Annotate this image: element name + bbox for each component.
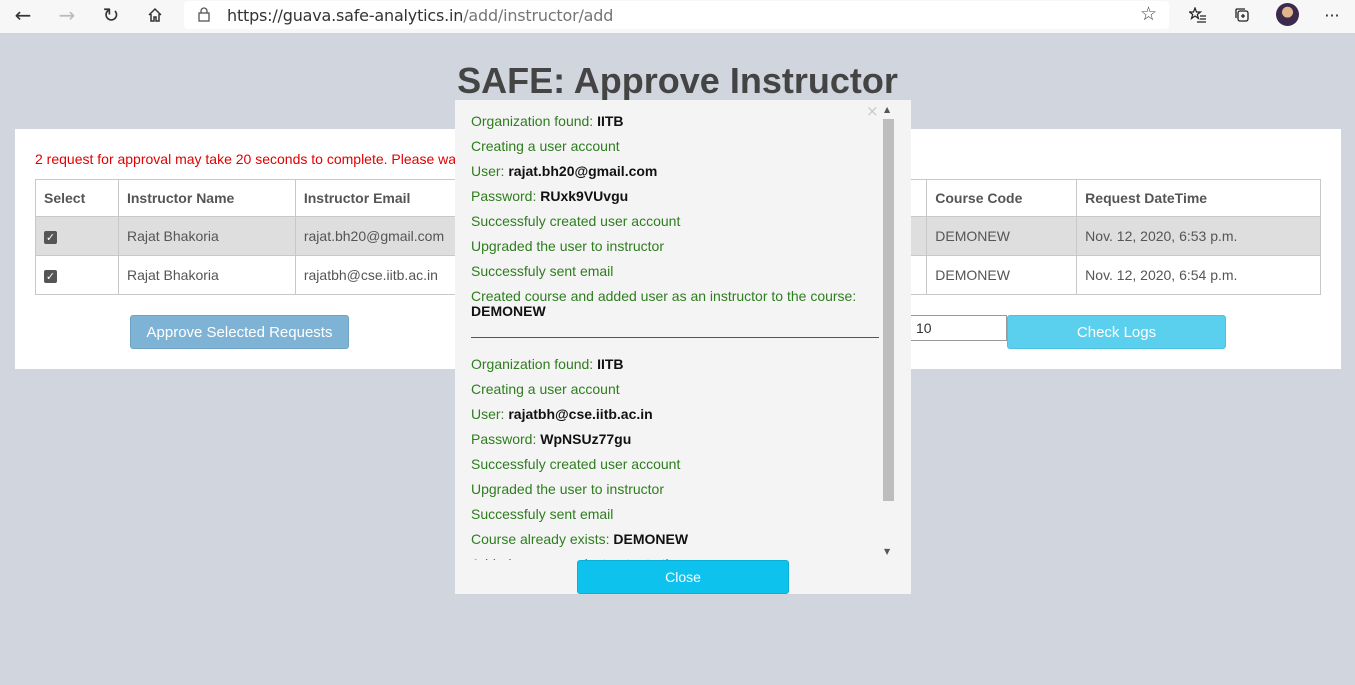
back-arrow-icon[interactable]: ←	[8, 0, 38, 30]
check-logs-button[interactable]: Check Logs	[1007, 315, 1226, 349]
log-line-sent: Successfuly sent email	[471, 506, 614, 522]
refresh-icon[interactable]: ↻	[96, 0, 126, 30]
close-button[interactable]: Close	[577, 560, 789, 594]
scroll-down-arrow-icon[interactable]: ▼	[884, 547, 890, 556]
log-line-course: Course already exists: DEMONEW	[471, 531, 689, 547]
approval-notice: 2 request for approval may take 20 secon…	[35, 151, 457, 167]
more-icon[interactable]: ···	[1318, 2, 1346, 28]
url-path: /add/instructor/add	[463, 6, 614, 25]
request-datetime-cell: Nov. 12, 2020, 6:53 p.m.	[1076, 216, 1321, 256]
avatar[interactable]	[1276, 3, 1299, 26]
header-request-datetime: Request DateTime	[1076, 179, 1321, 217]
request-datetime-cell: Nov. 12, 2020, 6:54 p.m.	[1076, 255, 1321, 295]
address-bar[interactable]: https://guava.safe-analytics.in/add/inst…	[184, 1, 1169, 29]
select-cell: ✓	[35, 255, 119, 295]
star-icon[interactable]: ☆	[1140, 3, 1157, 25]
log-line-partial: Added user as an instructor to the cours…	[471, 552, 876, 560]
scrollbar[interactable]: ▲ ▼	[881, 105, 895, 560]
log-line-upgraded: Upgraded the user to instructor	[471, 481, 664, 497]
log-line-password: Password: RUxk9VUvgu	[471, 188, 629, 204]
log-divider	[471, 337, 879, 338]
url-host: https://guava.safe-analytics.in	[227, 6, 464, 25]
approve-selected-button[interactable]: Approve Selected Requests	[130, 315, 349, 349]
instructor-name-cell: Rajat Bhakoria	[117, 255, 296, 295]
log-line-creating: Creating a user account	[471, 138, 620, 154]
scrollbar-thumb[interactable]	[883, 119, 894, 501]
close-icon[interactable]: ×	[866, 102, 879, 120]
log-line-upgraded: Upgraded the user to instructor	[471, 238, 664, 254]
log-line-org: Organization found: IITB	[471, 356, 624, 372]
approval-result-modal: Organization found: IITB Creating a user…	[455, 100, 911, 594]
row-checkbox[interactable]: ✓	[44, 270, 57, 283]
approval-log: Organization found: IITB Creating a user…	[471, 109, 879, 560]
select-cell: ✓	[35, 216, 119, 256]
url-text: https://guava.safe-analytics.in/add/inst…	[227, 6, 613, 25]
header-select: Select	[35, 179, 119, 217]
browser-toolbar: ← → ↻ https://guava.safe-analytics.in/ad…	[0, 0, 1355, 33]
home-icon[interactable]	[140, 0, 170, 30]
log-line-created: Successfuly created user account	[471, 456, 681, 472]
course-code-cell: DEMONEW	[926, 216, 1078, 256]
page-title: SAFE: Approve Instructor	[457, 60, 898, 101]
log-line-user: User: rajat.bh20@gmail.com	[471, 163, 658, 179]
log-count-input[interactable]	[905, 315, 1007, 341]
forward-arrow-icon[interactable]: →	[52, 0, 82, 30]
log-line-user: User: rajatbh@cse.iitb.ac.in	[471, 406, 653, 422]
collections-icon[interactable]	[1228, 2, 1256, 28]
course-code-cell: DEMONEW	[926, 255, 1078, 295]
log-line-password: Password: WpNSUz77gu	[471, 431, 632, 447]
log-line-sent: Successfuly sent email	[471, 263, 614, 279]
lock-icon	[198, 7, 210, 22]
scroll-up-arrow-icon[interactable]: ▲	[884, 105, 890, 114]
log-line-creating: Creating a user account	[471, 381, 620, 397]
log-line-created: Successfuly created user account	[471, 213, 681, 229]
log-line-org: Organization found: IITB	[471, 113, 624, 129]
log-line-course: Created course and added user as an inst…	[471, 288, 857, 319]
header-instructor-name: Instructor Name	[117, 179, 296, 217]
instructor-name-cell: Rajat Bhakoria	[117, 216, 296, 256]
favorites-icon[interactable]	[1184, 2, 1212, 28]
row-checkbox[interactable]: ✓	[44, 231, 57, 244]
header-course-code: Course Code	[926, 179, 1078, 217]
log-scroll-area[interactable]: Organization found: IITB Creating a user…	[455, 100, 895, 560]
